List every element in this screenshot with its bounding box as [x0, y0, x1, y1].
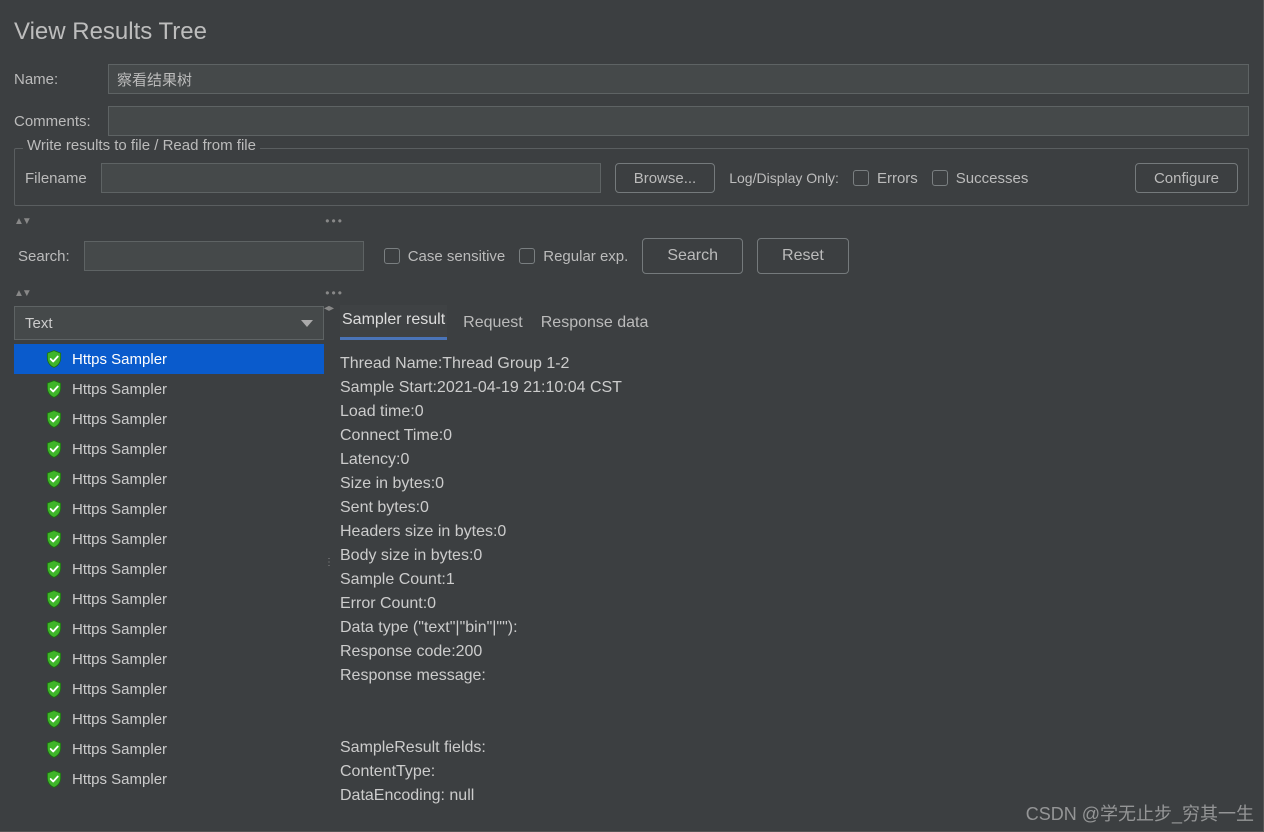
checkbox-icon	[932, 170, 948, 186]
dropdown-value: Text	[25, 315, 53, 332]
tree-item[interactable]: Https Sampler	[14, 464, 324, 494]
arrow-up-down-icon: ▲▼	[14, 216, 30, 227]
tree-item-label: Https Sampler	[72, 591, 167, 608]
page-title: View Results Tree	[14, 18, 1249, 46]
errors-label: Errors	[877, 170, 918, 187]
shield-success-icon	[44, 469, 64, 489]
tree-item-label: Https Sampler	[72, 681, 167, 698]
filename-input[interactable]	[101, 163, 601, 193]
filename-label: Filename	[25, 170, 87, 187]
tree-item-label: Https Sampler	[72, 651, 167, 668]
tree-item-label: Https Sampler	[72, 561, 167, 578]
shield-success-icon	[44, 409, 64, 429]
tree-item[interactable]: Https Sampler	[14, 404, 324, 434]
tree-item-label: Https Sampler	[72, 711, 167, 728]
checkbox-icon	[384, 248, 400, 264]
chevron-down-icon	[301, 320, 313, 327]
tree-item-label: Https Sampler	[72, 621, 167, 638]
render-dropdown[interactable]: Text	[14, 306, 324, 340]
shield-success-icon	[44, 739, 64, 759]
drag-dots-icon: ⋮	[324, 560, 334, 566]
tree-item-label: Https Sampler	[72, 351, 167, 368]
regex-checkbox[interactable]: Regular exp.	[519, 248, 628, 265]
case-label: Case sensitive	[408, 248, 506, 265]
comments-label: Comments:	[14, 113, 108, 130]
tree-item-label: Https Sampler	[72, 741, 167, 758]
search-input[interactable]	[84, 241, 364, 271]
tab-response-data[interactable]: Response data	[539, 308, 651, 340]
tree-item[interactable]: Https Sampler	[14, 644, 324, 674]
tree-item-label: Https Sampler	[72, 441, 167, 458]
write-results-group: Write results to file / Read from file F…	[14, 148, 1249, 206]
collapse-handle-2[interactable]: ▲▼ •••	[14, 284, 1249, 302]
drag-dots-icon: •••	[30, 214, 640, 228]
tree-item[interactable]: Https Sampler	[14, 674, 324, 704]
arrow-up-down-icon: ▲▼	[14, 288, 30, 299]
name-input[interactable]	[108, 64, 1249, 94]
results-tree[interactable]: Https Sampler Https Sampler Https Sample…	[14, 344, 324, 814]
tree-item[interactable]: Https Sampler	[14, 434, 324, 464]
shield-success-icon	[44, 559, 64, 579]
arrow-left-right-icon: ◂▸	[324, 306, 334, 311]
sampler-result-text: Thread Name:Thread Group 1-2 Sample Star…	[340, 348, 1249, 808]
tab-request[interactable]: Request	[461, 308, 525, 340]
tree-item[interactable]: Https Sampler	[14, 704, 324, 734]
tab-sampler-result[interactable]: Sampler result	[340, 305, 447, 340]
tree-item-label: Https Sampler	[72, 471, 167, 488]
shield-success-icon	[44, 619, 64, 639]
reset-button[interactable]: Reset	[757, 238, 849, 274]
tree-item-label: Https Sampler	[72, 411, 167, 428]
tree-item[interactable]: Https Sampler	[14, 494, 324, 524]
tree-item[interactable]: Https Sampler	[14, 524, 324, 554]
drag-dots-icon: •••	[30, 286, 640, 300]
shield-success-icon	[44, 379, 64, 399]
configure-button[interactable]: Configure	[1135, 163, 1238, 193]
shield-success-icon	[44, 679, 64, 699]
checkbox-icon	[519, 248, 535, 264]
shield-success-icon	[44, 529, 64, 549]
search-button[interactable]: Search	[642, 238, 743, 274]
browse-button[interactable]: Browse...	[615, 163, 716, 193]
tree-item-label: Https Sampler	[72, 771, 167, 788]
errors-checkbox[interactable]: Errors	[853, 170, 918, 187]
shield-success-icon	[44, 769, 64, 789]
logdisplay-label: Log/Display Only:	[729, 170, 839, 186]
tree-item-label: Https Sampler	[72, 381, 167, 398]
group-legend: Write results to file / Read from file	[23, 137, 260, 154]
tree-item[interactable]: Https Sampler	[14, 344, 324, 374]
successes-checkbox[interactable]: Successes	[932, 170, 1029, 187]
checkbox-icon	[853, 170, 869, 186]
comments-input[interactable]	[108, 106, 1249, 136]
tree-item[interactable]: Https Sampler	[14, 764, 324, 794]
tree-item-label: Https Sampler	[72, 501, 167, 518]
split-handle[interactable]: ◂▸ ⋮	[324, 306, 334, 814]
shield-success-icon	[44, 349, 64, 369]
search-label: Search:	[18, 248, 70, 265]
tree-item-label: Https Sampler	[72, 531, 167, 548]
result-tabs: Sampler result Request Response data	[340, 306, 1249, 340]
tree-item[interactable]: Https Sampler	[14, 554, 324, 584]
collapse-handle[interactable]: ▲▼ •••	[14, 212, 1249, 230]
shield-success-icon	[44, 649, 64, 669]
name-label: Name:	[14, 71, 108, 88]
shield-success-icon	[44, 439, 64, 459]
shield-success-icon	[44, 499, 64, 519]
tree-item[interactable]: Https Sampler	[14, 734, 324, 764]
shield-success-icon	[44, 589, 64, 609]
tree-item[interactable]: Https Sampler	[14, 374, 324, 404]
successes-label: Successes	[956, 170, 1029, 187]
case-sensitive-checkbox[interactable]: Case sensitive	[384, 248, 506, 265]
shield-success-icon	[44, 709, 64, 729]
regex-label: Regular exp.	[543, 248, 628, 265]
tree-item[interactable]: Https Sampler	[14, 584, 324, 614]
tree-item[interactable]: Https Sampler	[14, 614, 324, 644]
